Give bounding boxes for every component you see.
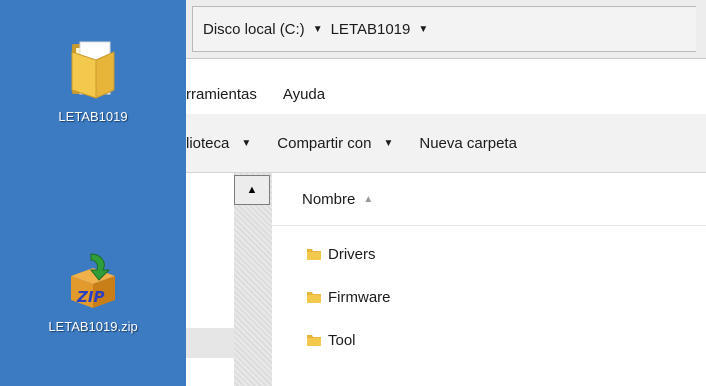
explorer-window: Disco local (C:) ▼ LETAB1019 ▼ rramienta… — [186, 0, 706, 386]
file-list: Nombre ▲ Drivers Firmware Tool — [272, 173, 706, 386]
desktop-zip-item[interactable]: ZIP LETAB1019.zip — [18, 252, 168, 334]
menu-bar: rramientas Ayuda — [186, 74, 706, 114]
folder-icon — [307, 249, 321, 260]
share-with-button[interactable]: Compartir con ▼ — [277, 135, 393, 152]
zip-archive-icon: ZIP — [71, 253, 115, 308]
menu-item-herramientas[interactable]: rramientas — [186, 86, 257, 103]
list-item[interactable]: Tool — [306, 327, 356, 353]
list-item[interactable]: Firmware — [306, 284, 391, 310]
dropdown-arrow-icon: ▼ — [383, 137, 394, 149]
desktop-folder-label: LETAB1019 — [58, 109, 128, 124]
column-header-name[interactable]: Nombre ▲ — [272, 173, 706, 226]
sort-ascending-icon: ▲ — [363, 193, 374, 205]
include-in-library-button[interactable]: lioteca ▼ — [186, 135, 251, 152]
share-with-label: Compartir con — [277, 134, 372, 152]
chevron-down-icon[interactable]: ▼ — [418, 24, 428, 35]
nav-selected-item[interactable] — [186, 328, 234, 358]
scroll-up-arrow-icon[interactable]: ▲ — [234, 175, 270, 205]
folder-icon — [71, 41, 115, 99]
menu-item-ayuda[interactable]: Ayuda — [283, 86, 325, 103]
breadcrumb-folder[interactable]: LETAB1019 — [331, 21, 411, 38]
column-header-label: Nombre — [302, 190, 356, 208]
list-item[interactable]: Drivers — [306, 241, 376, 267]
list-item-label: Drivers — [328, 245, 376, 263]
list-item-label: Tool — [328, 331, 356, 349]
svg-text:ZIP: ZIP — [76, 288, 104, 306]
nav-scrollbar[interactable]: ▲ — [234, 173, 272, 386]
dropdown-arrow-icon: ▼ — [241, 137, 252, 149]
address-bar: Disco local (C:) ▼ LETAB1019 ▼ — [186, 0, 706, 59]
command-bar: lioteca ▼ Compartir con ▼ Nueva carpeta — [186, 114, 706, 173]
folder-icon — [307, 292, 321, 303]
desktop: LETAB1019 ZIP LETAB1019.zip — [0, 0, 186, 386]
list-item-label: Firmware — [328, 288, 391, 306]
desktop-zip-label: LETAB1019.zip — [48, 319, 138, 334]
chevron-down-icon[interactable]: ▼ — [313, 24, 323, 35]
address-box[interactable]: Disco local (C:) ▼ LETAB1019 ▼ — [192, 6, 696, 52]
desktop-folder-item[interactable]: LETAB1019 — [18, 38, 168, 124]
breadcrumb-drive[interactable]: Disco local (C:) — [203, 21, 305, 38]
include-in-library-label: lioteca — [186, 134, 230, 152]
new-folder-label: Nueva carpeta — [419, 134, 517, 152]
navigation-pane[interactable] — [186, 173, 234, 386]
folder-icon — [307, 335, 321, 346]
new-folder-button[interactable]: Nueva carpeta — [419, 135, 517, 152]
